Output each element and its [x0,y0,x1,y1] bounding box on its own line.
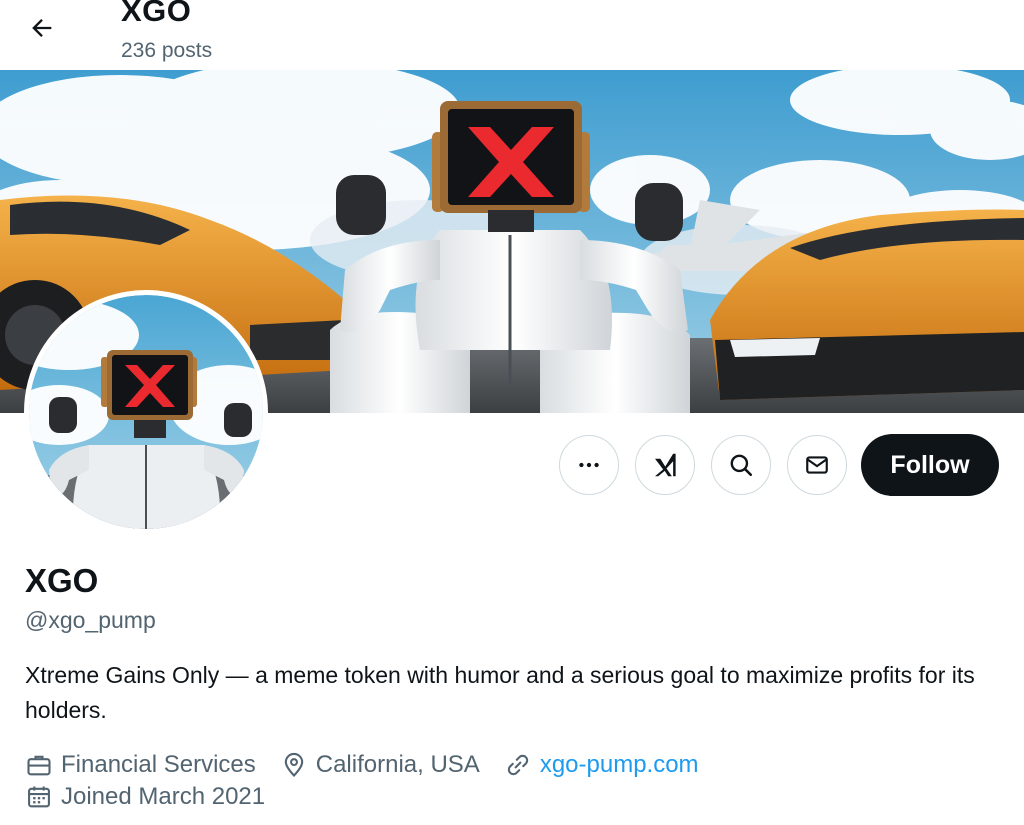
website-item: xgo-pump.com [504,749,699,781]
joined-label: Joined March 2021 [61,783,266,810]
profile-bio: Xtreme Gains Only — a meme token with hu… [25,662,975,723]
more-options-button[interactable] [559,435,619,495]
more-horizontal-icon [579,462,599,468]
post-count: 236 posts [121,39,213,62]
follow-button[interactable]: Follow [861,434,999,496]
search-posts-button[interactable] [711,435,771,495]
display-name: XGO [25,562,99,599]
location-item: California, USA [280,749,480,781]
location-pin-icon [284,752,303,777]
envelope-icon [806,456,828,474]
website-link[interactable]: xgo-pump.com [540,749,699,781]
grok-icon [655,453,676,477]
profile-meta-row: Financial Services California, USA xgo-p… [25,749,723,781]
arrow-left-icon [32,19,52,37]
user-handle: @xgo_pump [25,607,156,633]
grok-button[interactable] [635,435,695,495]
location-label: California, USA [315,751,480,778]
header-title: XGO [121,0,192,28]
search-icon [730,454,753,477]
calendar-icon [28,786,50,808]
category-label: Financial Services [61,751,256,778]
back-button[interactable] [20,6,64,50]
category-item: Financial Services [25,749,256,781]
profile-header: XGO 236 posts [0,0,1024,70]
joined-item: Joined March 2021 [25,781,265,813]
message-button[interactable] [787,435,847,495]
avatar-image [29,295,263,529]
link-icon [507,754,528,776]
profile-avatar[interactable] [24,290,268,534]
briefcase-icon [27,755,51,776]
profile-joined-row: Joined March 2021 [25,781,289,813]
